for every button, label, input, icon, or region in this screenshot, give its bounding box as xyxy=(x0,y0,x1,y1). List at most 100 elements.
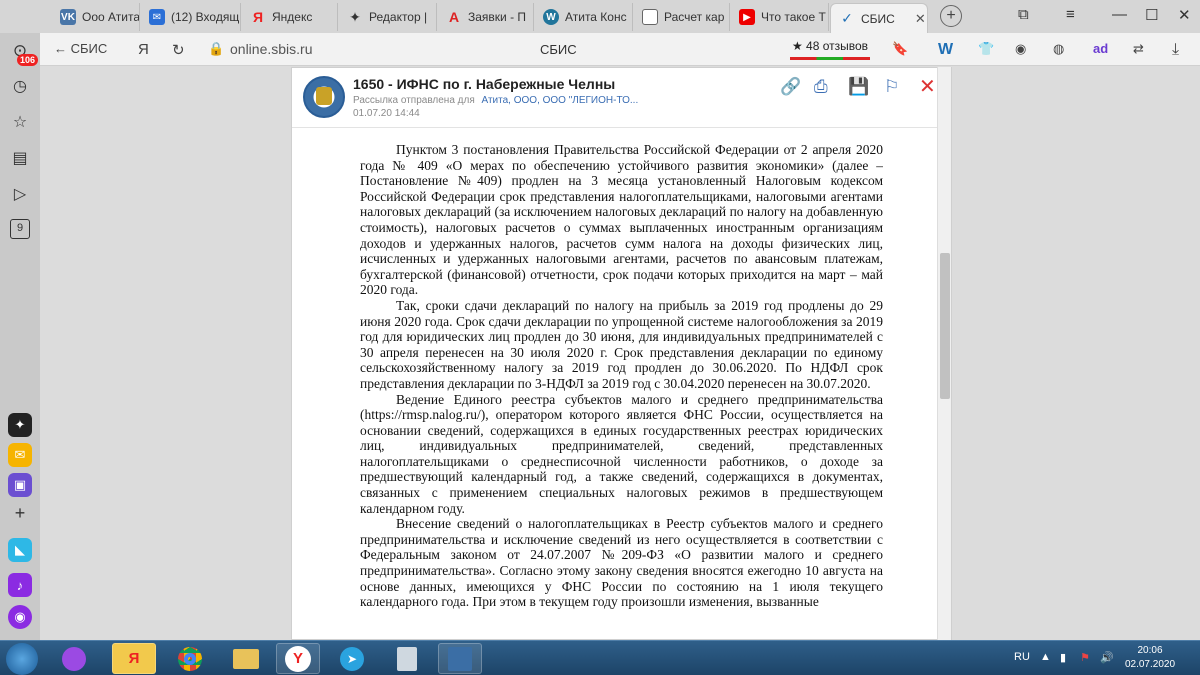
network-icon[interactable]: ▮ xyxy=(1060,651,1066,664)
tab-mail[interactable]: ✉ (12) Входящ xyxy=(141,3,241,31)
menu-icon[interactable]: ≡ xyxy=(1066,6,1075,23)
back-label: СБИС xyxy=(70,41,108,56)
volume-icon[interactable]: 🔊 xyxy=(1100,651,1114,664)
language-indicator[interactable]: RU xyxy=(1014,651,1030,663)
tab-label: СБИС xyxy=(861,11,895,26)
document-title: 1650 - ИФНС по г. Набережные Челны xyxy=(353,76,616,92)
spark-icon: ✦ xyxy=(349,8,361,25)
tab-label: Редактор | xyxy=(369,10,428,24)
tab-label: Атита Конс xyxy=(565,10,627,24)
play-icon[interactable]: ▷ xyxy=(10,185,30,205)
paragraph: Внесение сведений о налогоплательщиках в… xyxy=(360,516,883,610)
paragraph: Так, сроки сдачи деклараций по налогу на… xyxy=(360,297,883,391)
youtube-icon: ▶ xyxy=(739,9,755,25)
download-icon[interactable]: ⤓ xyxy=(1172,41,1179,59)
extension-w-icon[interactable]: W xyxy=(938,41,953,59)
clock-icon[interactable]: ◷ xyxy=(10,77,30,97)
bookmark-icon[interactable]: 🔖 xyxy=(892,41,908,57)
minimize-icon[interactable]: — xyxy=(1112,6,1127,23)
mail-icon: ✉ xyxy=(149,9,165,25)
document-body: Пунктом 3 постановления Правительства Ро… xyxy=(360,142,883,638)
browser-sidebar: ⊙ 106 ◷ ☆ ▤ ▷ 9 ✦ ✉ ▣ + ◣ ♪ ◉ xyxy=(0,33,40,640)
extension-ad-icon[interactable]: ad xyxy=(1093,41,1108,56)
start-button[interactable] xyxy=(6,643,38,675)
sent-label: Рассылка отправлена для xyxy=(353,95,475,106)
paragraph: Ведение Единого реестра субъектов малого… xyxy=(360,391,883,516)
fns-emblem-icon xyxy=(303,76,345,118)
tabs-manager-icon[interactable]: ⧉ xyxy=(1018,6,1029,23)
acrobat-icon: A xyxy=(448,9,460,25)
recipients-link[interactable]: Атита, ООО, ООО "ЛЕГИОН-ТО... xyxy=(482,95,639,106)
ai-app-icon[interactable]: ✦ xyxy=(8,413,32,437)
sbis-icon: ✓ xyxy=(841,10,853,26)
close-icon[interactable]: ✕ xyxy=(919,74,936,99)
messenger-app-icon[interactable]: ▣ xyxy=(8,473,32,497)
yandex-logo-icon[interactable]: Я xyxy=(138,41,149,58)
system-clock[interactable]: 20:06 02.07.2020 xyxy=(1120,644,1180,672)
close-window-icon[interactable]: ✕ xyxy=(1178,6,1191,24)
alice-taskbar-icon[interactable] xyxy=(52,643,96,674)
reload-icon[interactable]: ↻ xyxy=(172,41,185,59)
alice-app-icon[interactable]: ◉ xyxy=(8,605,32,629)
page-content: 1650 - ИФНС по г. Набережные Челны Рассы… xyxy=(40,67,1200,640)
tab-label: Расчет кар xyxy=(664,10,725,24)
link-icon[interactable]: 🔗 xyxy=(780,77,801,97)
flag-icon[interactable]: ⚐ xyxy=(884,77,899,97)
rating-bar xyxy=(790,57,870,60)
vk-icon: VK xyxy=(60,9,76,25)
page-scrollbar[interactable] xyxy=(937,67,951,640)
yandex-browser-taskbar-icon[interactable]: Я xyxy=(112,643,156,674)
add-app-icon[interactable]: + xyxy=(10,503,30,523)
telegram-taskbar-icon[interactable]: ➤ xyxy=(330,643,374,674)
clock-date: 02.07.2020 xyxy=(1124,659,1176,670)
lock-icon[interactable]: 🔒 xyxy=(208,41,224,57)
tab-youtube[interactable]: ▶ Что такое Т xyxy=(731,3,829,31)
tab-editor[interactable]: ✦ Редактор | xyxy=(339,3,437,31)
paragraph: Пунктом 3 постановления Правительства Ро… xyxy=(360,142,883,298)
music-app-icon[interactable]: ♪ xyxy=(8,573,32,597)
notification-badge: 106 xyxy=(17,54,39,66)
close-tab-icon[interactable]: ✕ xyxy=(915,11,926,27)
back-arrow-icon: ← xyxy=(54,41,67,56)
extension-translate-icon[interactable]: ⇄ xyxy=(1133,41,1144,57)
tab-raschet[interactable]: Расчет кар xyxy=(634,3,730,31)
extension-shirt-icon[interactable]: 👕 xyxy=(978,41,994,57)
page-title: СБИС xyxy=(540,42,577,57)
tab-zayavki[interactable]: A Заявки - П xyxy=(438,3,534,31)
browser-tab-strip: VK Ооо Атита ✉ (12) Входящ Я Яндекс ✦ Ре… xyxy=(0,0,1200,33)
scrollbar-thumb[interactable] xyxy=(940,253,950,399)
yandex-taskbar-icon[interactable]: Y xyxy=(276,643,320,674)
mail-app-icon[interactable]: ✉ xyxy=(8,443,32,467)
save-icon[interactable]: 💾 xyxy=(848,77,869,97)
extension-robot-icon[interactable]: ◉ xyxy=(1015,41,1026,57)
chrome-taskbar-icon[interactable] xyxy=(168,643,212,674)
url-field[interactable]: online.sbis.ru xyxy=(230,41,313,57)
tab-atita[interactable]: W Атита Конс xyxy=(535,3,633,31)
zen-app-icon[interactable]: ◣ xyxy=(8,538,32,562)
tab-count-icon[interactable]: 9 xyxy=(10,219,30,239)
tab-yandex[interactable]: Я Яндекс xyxy=(242,3,338,31)
collections-icon[interactable]: ▤ xyxy=(10,149,30,169)
tray-chevron-icon[interactable]: ▲ xyxy=(1040,651,1051,663)
star-icon[interactable]: ☆ xyxy=(10,113,30,133)
calculator-taskbar-icon[interactable] xyxy=(385,643,429,674)
document-panel: 1650 - ИФНС по г. Набережные Челны Рассы… xyxy=(291,67,952,640)
tab-label: Что такое Т xyxy=(761,10,826,24)
print-icon[interactable]: ⎙ xyxy=(814,77,828,97)
back-button[interactable]: ← СБИС xyxy=(54,41,107,56)
maximize-icon[interactable]: ☐ xyxy=(1145,6,1158,24)
reviews-badge[interactable]: ★ 48 отзывов xyxy=(790,37,870,57)
new-tab-button[interactable]: + xyxy=(940,5,962,27)
document-header: 1650 - ИФНС по г. Набережные Челны Рассы… xyxy=(292,68,951,128)
doc-icon xyxy=(642,9,658,25)
tab-vk[interactable]: VK Ооо Атита xyxy=(52,3,140,31)
tab-label: Заявки - П xyxy=(468,10,527,24)
extension-person-icon[interactable]: ◍ xyxy=(1053,41,1064,57)
tab-sbis[interactable]: ✓ СБИС ✕ xyxy=(830,3,928,33)
flag-tray-icon[interactable]: ⚑ xyxy=(1080,651,1090,664)
address-bar-row: ← СБИС Я ↻ 🔒 online.sbis.ru СБИС ★ 48 от… xyxy=(40,33,1200,66)
windows-taskbar: Я Y ➤ RU ▲ ▮ ⚑ 🔊 20:06 02.07.2020 xyxy=(0,640,1200,675)
yandex-icon: Я xyxy=(252,9,264,25)
sbis-taskbar-icon[interactable] xyxy=(438,643,482,674)
explorer-taskbar-icon[interactable] xyxy=(224,643,268,674)
